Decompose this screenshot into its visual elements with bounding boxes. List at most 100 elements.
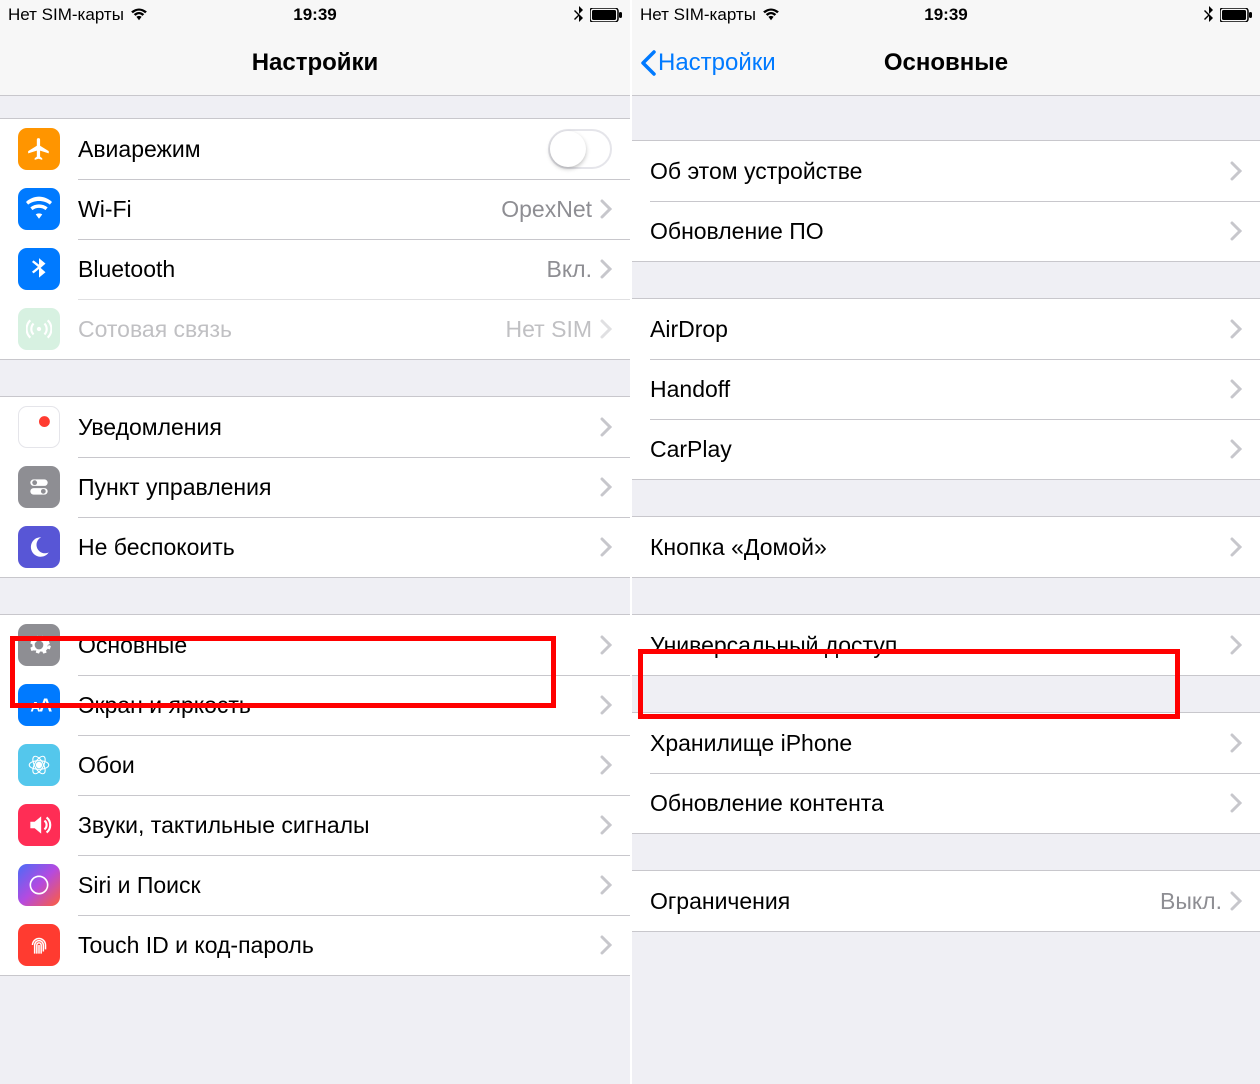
- cell-control-center[interactable]: Пункт управления: [0, 457, 630, 517]
- chevron-right-icon: [1230, 439, 1242, 459]
- page-title: Основные: [884, 49, 1008, 77]
- chevron-right-icon: [1230, 733, 1242, 753]
- cell-restrictions[interactable]: Ограничения Выкл.: [632, 871, 1260, 931]
- cell-siri[interactable]: Siri и Поиск: [0, 855, 630, 915]
- back-button[interactable]: Настройки: [640, 49, 776, 77]
- cell-value: Нет SIM: [506, 316, 592, 343]
- chevron-right-icon: [600, 815, 612, 835]
- chevron-right-icon: [600, 875, 612, 895]
- cell-label: Touch ID и код-пароль: [78, 932, 600, 959]
- cell-wallpaper[interactable]: Обои: [0, 735, 630, 795]
- cell-airdrop[interactable]: AirDrop: [632, 299, 1260, 359]
- cell-iphone-storage[interactable]: Хранилище iPhone: [632, 713, 1260, 773]
- cell-about[interactable]: Об этом устройстве: [632, 141, 1260, 201]
- cell-label: Авиарежим: [78, 136, 548, 163]
- moon-icon: [18, 526, 60, 568]
- bluetooth-status-icon: [574, 6, 584, 24]
- cell-label: Обновление ПО: [650, 218, 1230, 245]
- settings-group-notifications: Уведомления Пункт управления Не беспокои…: [0, 396, 630, 578]
- carrier-text: Нет SIM-карты: [8, 5, 124, 25]
- cell-label: AirDrop: [650, 316, 1230, 343]
- cell-label: Пункт управления: [78, 474, 600, 501]
- cell-label: Об этом устройстве: [650, 158, 1230, 185]
- cell-cellular[interactable]: Сотовая связь Нет SIM: [0, 299, 630, 359]
- battery-status-icon: [1220, 8, 1252, 22]
- general-group-home: Кнопка «Домой»: [632, 516, 1260, 578]
- chevron-right-icon: [1230, 319, 1242, 339]
- screen-general: Нет SIM-карты 19:39 Настройки Основные О…: [630, 0, 1260, 1084]
- cell-value: OpexNet: [501, 196, 592, 223]
- chevron-right-icon: [600, 695, 612, 715]
- cell-label: Основные: [78, 632, 600, 659]
- general-group-restrictions: Ограничения Выкл.: [632, 870, 1260, 932]
- cell-label: CarPlay: [650, 436, 1230, 463]
- airplane-toggle[interactable]: [548, 129, 612, 169]
- cell-display[interactable]: AA Экран и яркость: [0, 675, 630, 735]
- chevron-right-icon: [1230, 221, 1242, 241]
- bluetooth-status-icon: [1204, 6, 1214, 24]
- wallpaper-icon: [18, 744, 60, 786]
- gear-icon: [18, 624, 60, 666]
- chevron-right-icon: [600, 635, 612, 655]
- chevron-right-icon: [600, 259, 612, 279]
- general-group-sharing: AirDrop Handoff CarPlay: [632, 298, 1260, 480]
- cell-label: Ограничения: [650, 888, 1160, 915]
- carrier-text: Нет SIM-карты: [640, 5, 756, 25]
- cell-sounds[interactable]: Звуки, тактильные сигналы: [0, 795, 630, 855]
- chevron-right-icon: [600, 319, 612, 339]
- cell-bluetooth[interactable]: Bluetooth Вкл.: [0, 239, 630, 299]
- cell-value: Выкл.: [1160, 888, 1222, 915]
- cell-label: Bluetooth: [78, 256, 547, 283]
- cell-label: Не беспокоить: [78, 534, 600, 561]
- cell-label: Handoff: [650, 376, 1230, 403]
- cell-carplay[interactable]: CarPlay: [632, 419, 1260, 479]
- cell-dnd[interactable]: Не беспокоить: [0, 517, 630, 577]
- chevron-right-icon: [600, 199, 612, 219]
- cell-touchid[interactable]: Touch ID и код-пароль: [0, 915, 630, 975]
- chevron-right-icon: [1230, 891, 1242, 911]
- screen-settings: Нет SIM-карты 19:39 Настройки Авиарежим: [0, 0, 630, 1084]
- cell-label: Siri и Поиск: [78, 872, 600, 899]
- cell-software-update[interactable]: Обновление ПО: [632, 201, 1260, 261]
- chevron-right-icon: [1230, 161, 1242, 181]
- siri-icon: [18, 864, 60, 906]
- cell-label: Уведомления: [78, 414, 600, 441]
- chevron-right-icon: [600, 537, 612, 557]
- general-group-about: Об этом устройстве Обновление ПО: [632, 140, 1260, 262]
- chevron-right-icon: [1230, 635, 1242, 655]
- fingerprint-icon: [18, 924, 60, 966]
- cell-value: Вкл.: [547, 256, 592, 283]
- cell-background-refresh[interactable]: Обновление контента: [632, 773, 1260, 833]
- settings-group-connectivity: Авиарежим Wi-Fi OpexNet Bluetooth Вкл. С…: [0, 118, 630, 360]
- cell-label: Звуки, тактильные сигналы: [78, 812, 600, 839]
- display-brightness-icon: AA: [18, 684, 60, 726]
- chevron-right-icon: [600, 935, 612, 955]
- cellular-icon: [18, 308, 60, 350]
- cell-notifications[interactable]: Уведомления: [0, 397, 630, 457]
- cell-label: Сотовая связь: [78, 316, 506, 343]
- battery-status-icon: [590, 8, 622, 22]
- back-label: Настройки: [658, 49, 776, 77]
- bluetooth-icon: [18, 248, 60, 290]
- chevron-right-icon: [600, 417, 612, 437]
- cell-label: Обои: [78, 752, 600, 779]
- wifi-icon: [18, 188, 60, 230]
- cell-airplane[interactable]: Авиарежим: [0, 119, 630, 179]
- cell-handoff[interactable]: Handoff: [632, 359, 1260, 419]
- nav-bar: Настройки Основные: [632, 30, 1260, 96]
- notifications-icon: [18, 406, 60, 448]
- status-bar: Нет SIM-карты 19:39: [632, 0, 1260, 30]
- cell-home-button[interactable]: Кнопка «Домой»: [632, 517, 1260, 577]
- cell-accessibility[interactable]: Универсальный доступ: [632, 615, 1260, 675]
- cell-label: Wi-Fi: [78, 196, 501, 223]
- cell-label: Обновление контента: [650, 790, 1230, 817]
- cell-label: Кнопка «Домой»: [650, 534, 1230, 561]
- chevron-right-icon: [600, 477, 612, 497]
- chevron-right-icon: [1230, 537, 1242, 557]
- chevron-right-icon: [1230, 379, 1242, 399]
- cell-general[interactable]: Основные: [0, 615, 630, 675]
- cell-wifi[interactable]: Wi-Fi OpexNet: [0, 179, 630, 239]
- airplane-icon: [18, 128, 60, 170]
- cell-label: Экран и яркость: [78, 692, 600, 719]
- cell-label: Универсальный доступ: [650, 632, 1230, 659]
